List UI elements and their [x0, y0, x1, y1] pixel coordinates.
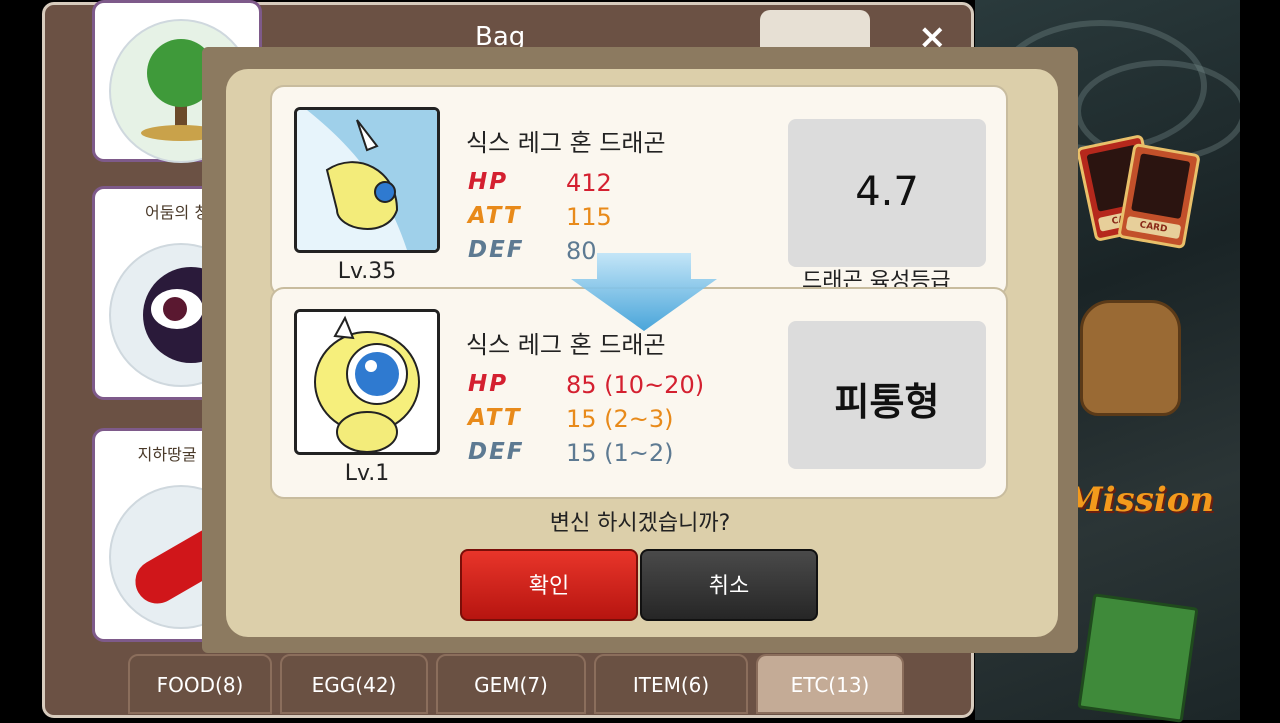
current-level: Lv.35	[337, 259, 397, 284]
result-def-value: 15 (1~2)	[566, 439, 674, 467]
def-label: DEF	[468, 237, 525, 263]
att-label: ATT	[468, 203, 522, 229]
grade-box: 4.7	[788, 119, 986, 267]
confirm-button[interactable]: 확인	[460, 549, 638, 621]
bag-tabs: FOOD(8) EGG(42) GEM(7) ITEM(6) ETC(13)	[128, 648, 908, 718]
cancel-button[interactable]: 취소	[640, 549, 818, 621]
result-dragon-portrait	[294, 309, 440, 455]
current-dragon-portrait	[294, 107, 440, 253]
result-level: Lv.1	[344, 461, 390, 486]
tab-food[interactable]: FOOD(8)	[128, 654, 272, 714]
backpack-icon[interactable]	[1080, 300, 1181, 416]
type-box: 피통형	[788, 321, 986, 469]
result-att-value: 15 (2~3)	[566, 405, 674, 433]
tab-etc[interactable]: ETC(13)	[756, 654, 904, 714]
tab-item[interactable]: ITEM(6)	[594, 654, 748, 714]
right-letterbox	[1240, 0, 1280, 720]
transform-dialog: Lv.35 식스 레그 혼 드래곤 HP 412 ATT 115 DEF 80 …	[202, 47, 1078, 653]
current-att-value: 115	[566, 203, 612, 231]
transform-question: 변신 하시겠습니까?	[549, 511, 731, 536]
def-label: DEF	[468, 439, 525, 465]
tab-gem[interactable]: GEM(7)	[436, 654, 586, 714]
mission-button[interactable]: Mission	[1065, 480, 1214, 520]
hp-label: HP	[468, 169, 509, 195]
tab-egg[interactable]: EGG(42)	[280, 654, 428, 714]
arrow-down-icon	[571, 253, 717, 331]
type-value: 피통형	[834, 380, 940, 424]
left-letterbox	[0, 0, 40, 720]
book-of-dragons-icon[interactable]	[1077, 593, 1199, 723]
grade-value: 4.7	[855, 169, 919, 215]
result-hp-value: 85 (10~20)	[566, 371, 705, 399]
card-label: CARD	[1125, 215, 1182, 240]
att-label: ATT	[468, 405, 522, 431]
current-hp-value: 412	[566, 169, 612, 197]
hp-label: HP	[468, 371, 509, 397]
current-dragon-name: 식스 레그 혼 드래곤	[466, 129, 666, 157]
